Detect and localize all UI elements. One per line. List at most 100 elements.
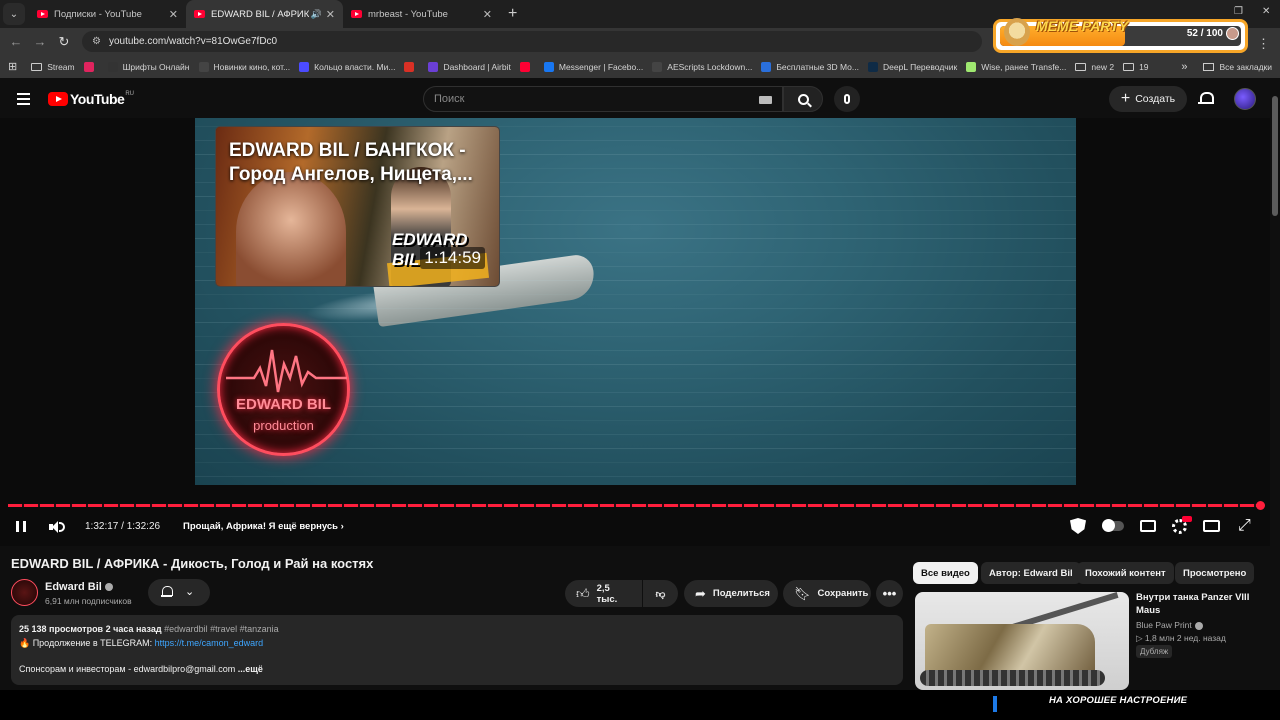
chip-by-author[interactable]: Автор: Edward Bil bbox=[981, 562, 1081, 584]
account-avatar[interactable] bbox=[1234, 88, 1256, 110]
scrubber-handle[interactable] bbox=[1256, 501, 1265, 510]
voice-search-button[interactable] bbox=[834, 86, 860, 112]
search-input[interactable]: Поиск bbox=[423, 86, 783, 112]
more-actions-button[interactable]: ••• bbox=[876, 580, 903, 607]
settings-gear-icon[interactable] bbox=[1172, 515, 1192, 534]
bookmark-item[interactable]: 19 bbox=[1123, 62, 1149, 72]
water-ripple bbox=[195, 308, 1076, 309]
progress-bar[interactable] bbox=[8, 504, 1262, 507]
bookmark-item[interactable]: Бесплатные 3D Мо... bbox=[761, 61, 859, 72]
browser-menu-icon[interactable]: ⋮ bbox=[1257, 36, 1270, 52]
chip-similar[interactable]: Похожий контент bbox=[1077, 562, 1174, 584]
bookmark-item[interactable]: AEScripts Lockdown... bbox=[652, 61, 752, 72]
end-screen-video-card[interactable]: EDWARD BIL / БАНГКОК - Город Ангелов, Ни… bbox=[215, 126, 500, 287]
notifications-bell-icon[interactable] bbox=[1198, 91, 1214, 105]
recommended-channel[interactable]: Blue Paw Print bbox=[1136, 620, 1203, 630]
channel-avatar[interactable] bbox=[11, 579, 38, 606]
volume-icon[interactable] bbox=[49, 520, 65, 534]
chapter-label: Прощай, Африка! Я ещё вернусь bbox=[183, 521, 339, 532]
bookmark-item[interactable]: Messenger | Facebo... bbox=[543, 61, 643, 72]
chapter-title[interactable]: Прощай, Африка! Я ещё вернусь › bbox=[183, 521, 344, 532]
forward-icon[interactable]: → bbox=[28, 34, 52, 49]
player-controls: 1:32:17 / 1:32:26 Прощай, Африка! Я ещё … bbox=[0, 515, 1270, 538]
description-box[interactable]: 25 138 просмотров 2 часа назад #edwardbi… bbox=[11, 615, 903, 685]
like-button[interactable]: 👍︎ 2,5 тыс. bbox=[565, 580, 642, 607]
browser-tab[interactable]: Подписки - YouTube ✕ bbox=[29, 0, 186, 28]
bookmark-item[interactable]: Dashboard | Airbit bbox=[428, 61, 511, 72]
show-more-link[interactable]: ...ещё bbox=[238, 664, 263, 674]
theater-mode-icon[interactable] bbox=[1203, 520, 1220, 532]
dubbed-badge: Дубляж bbox=[1136, 645, 1173, 658]
channel-name[interactable]: Edward Bil bbox=[45, 581, 113, 593]
description-stats: 25 138 просмотров 2 часа назад bbox=[19, 624, 162, 634]
restore-window-icon[interactable]: ❐ bbox=[1234, 6, 1243, 17]
back-icon[interactable]: ← bbox=[4, 34, 28, 49]
bookmark-item[interactable]: Stream bbox=[31, 61, 75, 72]
channel-subscribe-logo[interactable]: EDWARD BIL production bbox=[217, 323, 350, 456]
chip-all-videos[interactable]: Все видео bbox=[913, 562, 978, 584]
bookmark-item[interactable]: Кольцо власти. Ми... bbox=[299, 61, 395, 72]
bookmark-item[interactable] bbox=[83, 61, 99, 72]
close-tab-icon[interactable]: ✕ bbox=[169, 8, 178, 21]
gmail-icon bbox=[404, 61, 415, 72]
pause-icon[interactable] bbox=[16, 521, 26, 532]
create-button[interactable]: + Создать bbox=[1109, 86, 1187, 112]
telegram-link[interactable]: https://t.me/camon_edward bbox=[155, 638, 264, 648]
new-tab-button[interactable]: + bbox=[508, 5, 517, 23]
browser-tab[interactable]: mrbeast - YouTube ✕ bbox=[343, 0, 500, 28]
save-button[interactable]: 🔖︎ Сохранить bbox=[783, 580, 871, 607]
subtitles-icon[interactable] bbox=[1140, 520, 1156, 532]
menu-icon[interactable] bbox=[17, 93, 30, 108]
close-window-icon[interactable]: ✕ bbox=[1262, 6, 1270, 17]
bookmark-label: Stream bbox=[47, 61, 75, 72]
recommended-video-title[interactable]: Внутри танка Panzer VIII Maus bbox=[1136, 591, 1256, 617]
bookmark-item[interactable]: Шрифты Онлайн bbox=[107, 61, 190, 72]
recommended-video-thumbnail[interactable] bbox=[915, 592, 1129, 690]
verified-icon bbox=[104, 583, 113, 592]
bookmark-item[interactable]: Новинки кино, кот... bbox=[198, 61, 290, 72]
close-tab-icon[interactable]: ✕ bbox=[483, 8, 492, 21]
site-settings-icon[interactable]: ⚙ bbox=[92, 36, 101, 47]
keyboard-icon[interactable] bbox=[759, 96, 772, 104]
end-card-title: EDWARD BIL / БАНГКОК - Город Ангелов, Ни… bbox=[229, 140, 473, 185]
close-tab-icon[interactable]: ✕ bbox=[326, 8, 335, 21]
all-bookmarks[interactable]: Все закладки bbox=[1219, 62, 1272, 72]
dubbed-badge-text: Дубляж bbox=[1140, 647, 1169, 656]
video-player[interactable]: EDWARD BIL / БАНГКОК - Город Ангелов, Ни… bbox=[0, 118, 1270, 546]
reload-icon[interactable]: ↻ bbox=[52, 34, 76, 50]
tab-search-button[interactable]: ⌄ bbox=[3, 3, 25, 25]
autoplay-toggle[interactable] bbox=[1102, 519, 1124, 532]
search-button[interactable] bbox=[783, 86, 823, 112]
bookmark-item[interactable] bbox=[519, 61, 535, 72]
browser-tab-active[interactable]: EDWARD BIL / АФРИКА - Д 🔊 ✕ bbox=[186, 0, 343, 28]
chip-watched[interactable]: Просмотрено bbox=[1175, 562, 1255, 584]
url-omnibox[interactable]: ⚙ youtube.com/watch?v=81OwGe7fDc0 bbox=[82, 31, 982, 52]
dislike-button[interactable]: 👎︎ bbox=[643, 580, 678, 607]
video-title: EDWARD BIL / АФРИКА - Дикость, Голод и Р… bbox=[11, 556, 374, 571]
channel-logo-sub: production bbox=[253, 418, 314, 433]
page-scrollbar[interactable] bbox=[1272, 96, 1278, 216]
bookmark-item[interactable]: DeepL Переводчик bbox=[868, 61, 957, 72]
bookmark-item[interactable]: new 2 bbox=[1075, 62, 1114, 72]
channel-logo-name: EDWARD BIL bbox=[236, 396, 331, 413]
bookmarks-right: » Все закладки bbox=[1181, 55, 1272, 78]
meme-party-title: MEME PARTY bbox=[1036, 18, 1129, 34]
meme-avatar-icon bbox=[1226, 27, 1239, 40]
search-placeholder: Поиск bbox=[434, 93, 465, 105]
bookmarks-overflow-icon[interactable]: » bbox=[1181, 61, 1187, 73]
subscribed-bell-button[interactable]: ⌄ bbox=[148, 579, 210, 606]
heartbeat-icon bbox=[226, 349, 347, 393]
audio-playing-icon[interactable]: 🔊 bbox=[311, 9, 322, 20]
apps-icon[interactable]: ⊞ bbox=[8, 60, 17, 73]
bookmark-item[interactable]: Wise, ранее Transfe... bbox=[966, 61, 1066, 72]
ticker-text: НА ХОРОШЕЕ НАСТРОЕНИЕ bbox=[1049, 695, 1188, 706]
bookmark-item[interactable] bbox=[404, 61, 419, 72]
shield-icon[interactable] bbox=[1070, 518, 1086, 534]
youtube-logo[interactable]: YouTube RU bbox=[48, 91, 134, 107]
share-button[interactable]: ➦ Поделиться bbox=[684, 580, 778, 607]
tab-title: EDWARD BIL / АФРИКА - Д bbox=[211, 8, 309, 20]
fullscreen-icon[interactable] bbox=[1236, 517, 1252, 535]
folder-icon bbox=[1123, 62, 1135, 71]
end-card-duration: 1:14:59 bbox=[420, 247, 485, 269]
3d-icon bbox=[761, 61, 772, 72]
